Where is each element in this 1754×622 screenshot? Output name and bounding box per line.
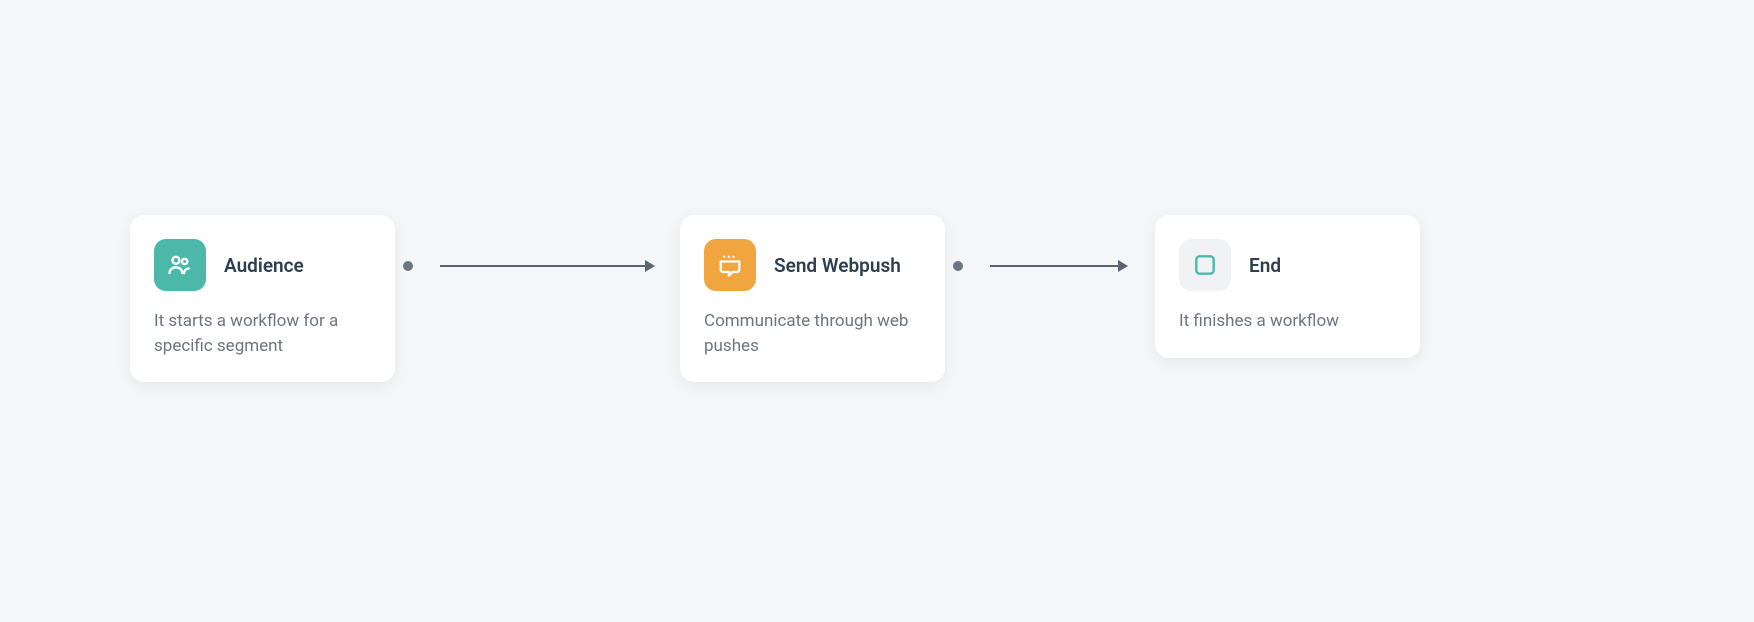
node-header: Audience [154,239,371,291]
webpush-icon [704,239,756,291]
connector-dot[interactable] [953,261,963,271]
arrow-connector [440,260,655,272]
audience-icon [154,239,206,291]
node-description: It starts a workflow for a specific segm… [154,309,371,358]
node-send-webpush[interactable]: Send Webpush Communicate through web pus… [680,215,945,382]
node-header: Send Webpush [704,239,921,291]
node-title: Audience [224,254,304,277]
end-icon [1179,239,1231,291]
node-audience[interactable]: Audience It starts a workflow for a spec… [130,215,395,382]
node-end[interactable]: End It finishes a workflow [1155,215,1420,358]
node-title: End [1249,254,1281,277]
workflow-canvas: Audience It starts a workflow for a spec… [0,0,1754,622]
node-header: End [1179,239,1396,291]
node-title: Send Webpush [774,254,901,277]
arrow-connector [990,260,1128,272]
connector-dot[interactable] [403,261,413,271]
node-description: Communicate through web pushes [704,309,921,358]
node-description: It finishes a workflow [1179,309,1396,334]
